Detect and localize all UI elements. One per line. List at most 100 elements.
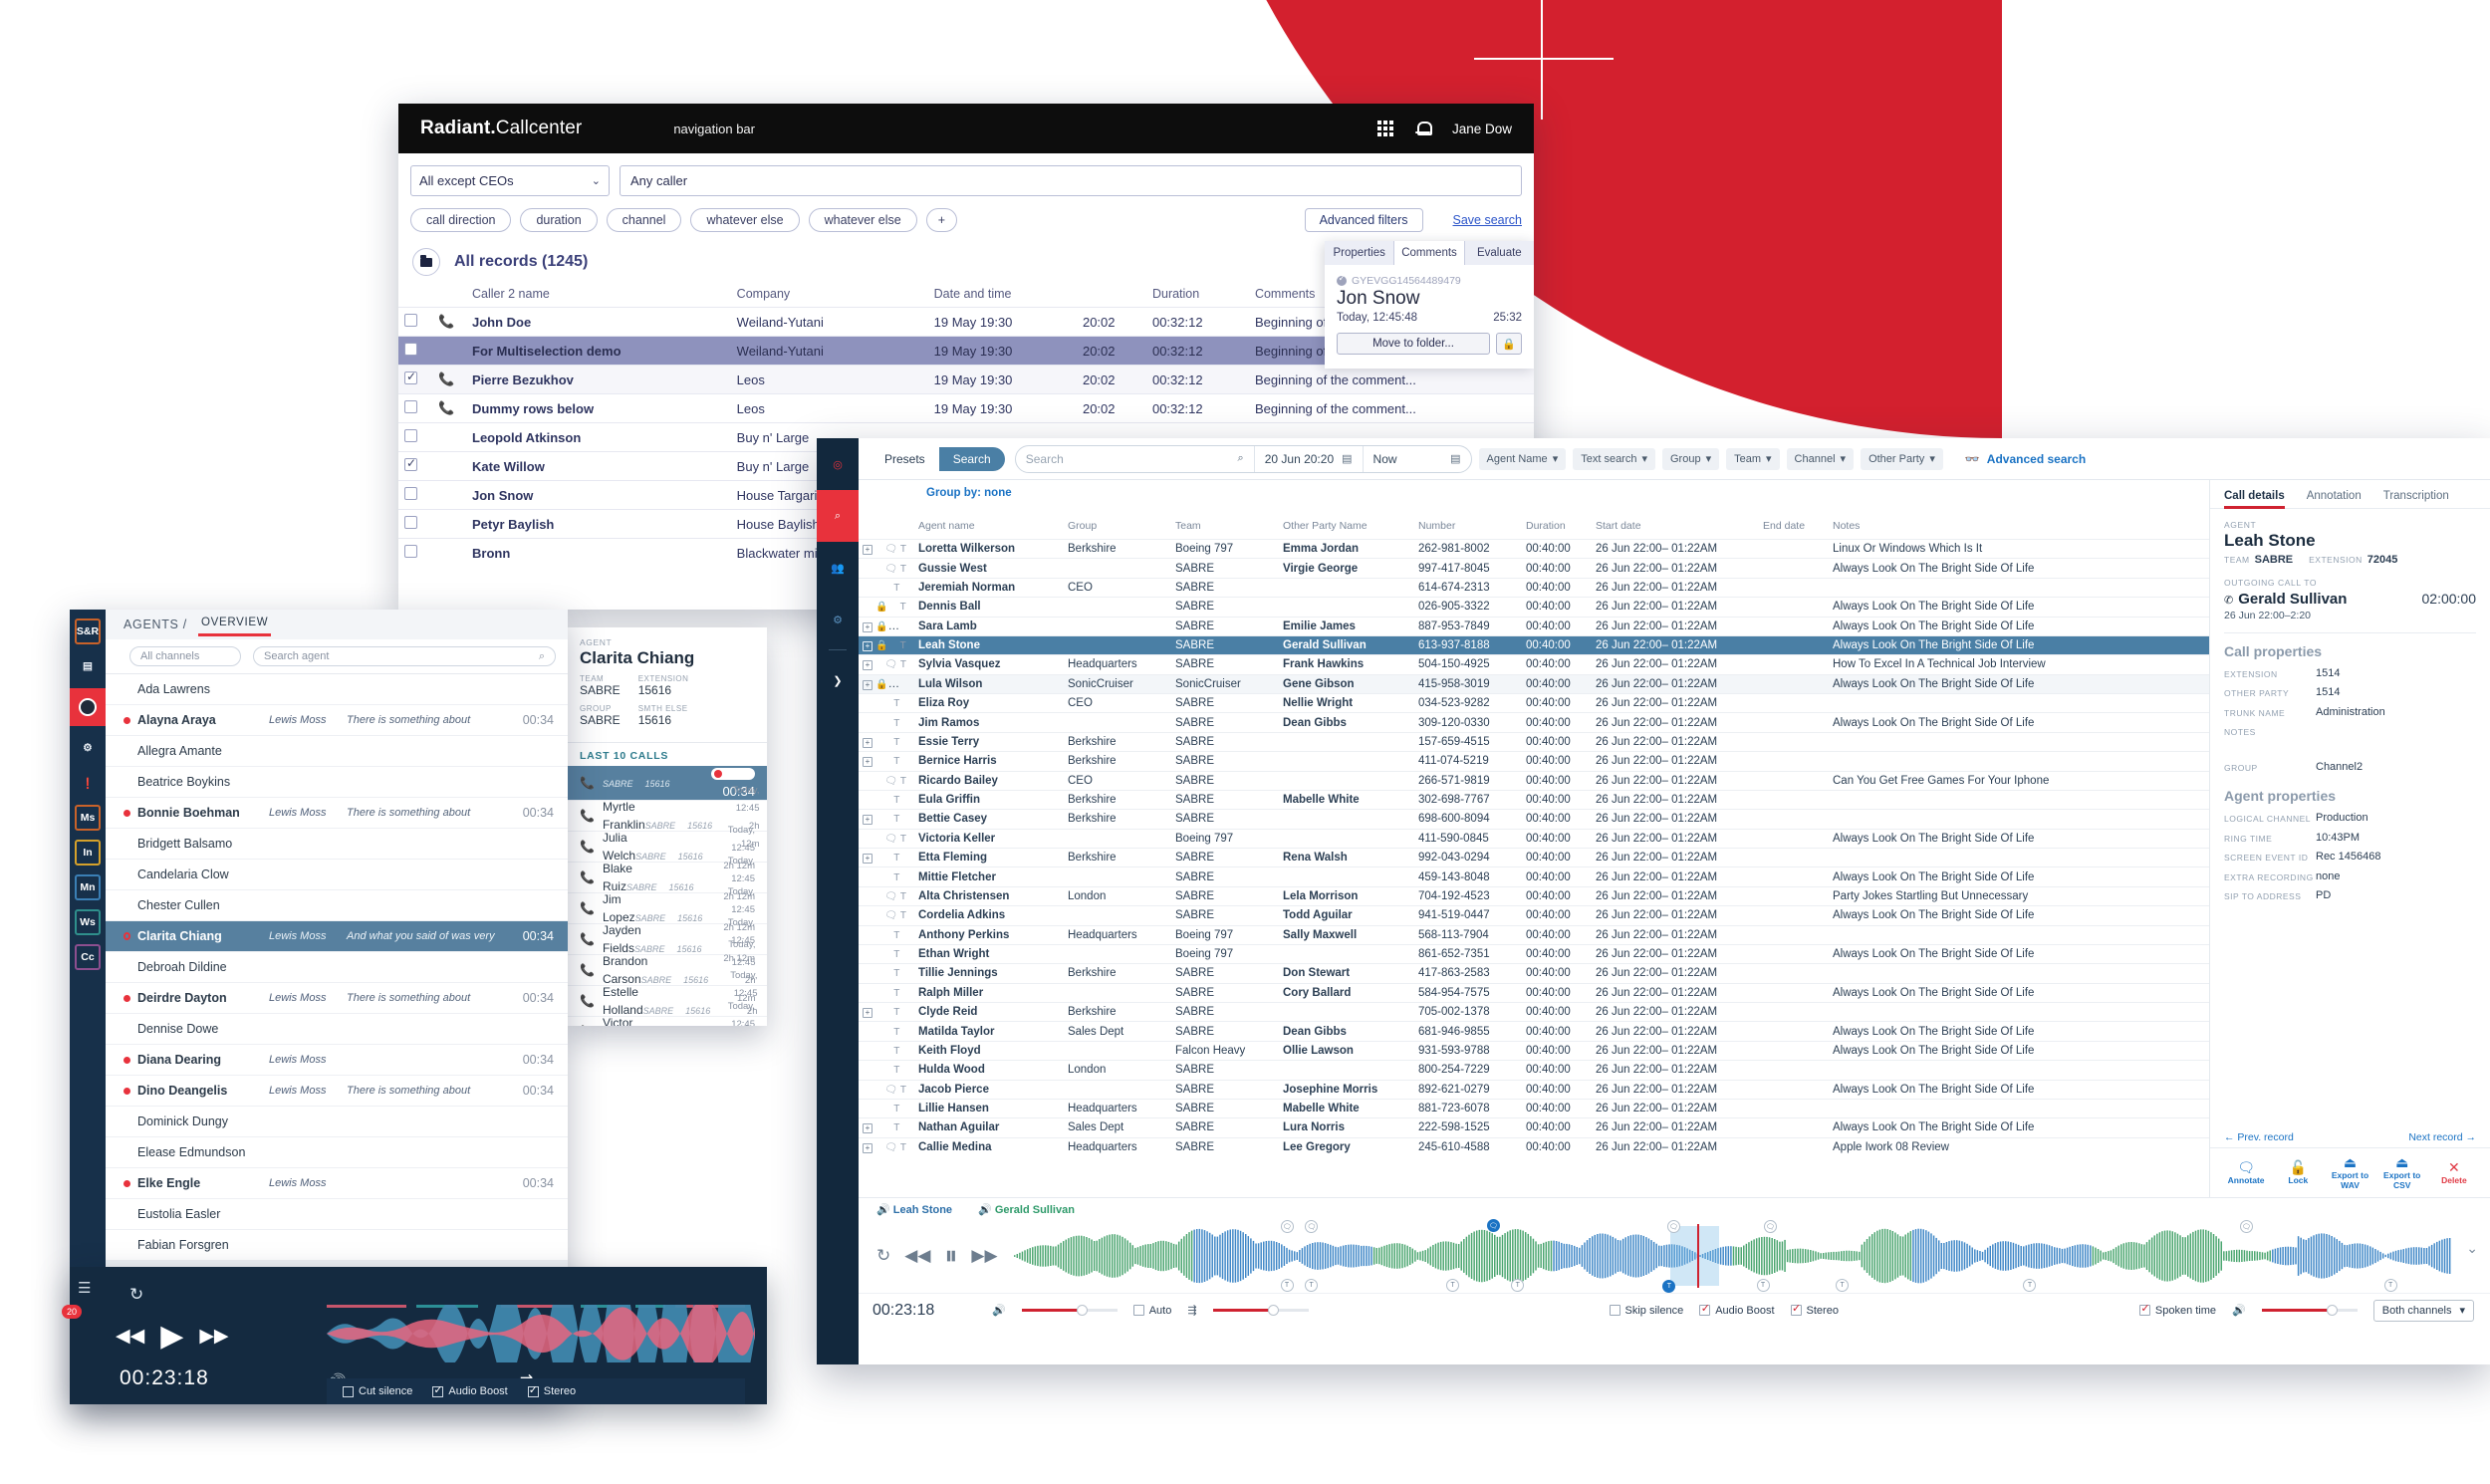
table-row[interactable]: 🗨 T Victoria Keller Boeing 797 411-590-0845 0… [859, 829, 2209, 848]
expand-row-icon[interactable]: + [863, 1123, 872, 1134]
channel-select[interactable]: Both channels ▾ [2372, 1299, 2474, 1322]
table-row[interactable]: T Keith Floyd Falcon Heavy Ollie Lawson 931-… [859, 1041, 2209, 1060]
call-list-item[interactable]: 📞Victor PetersSABRE15616Today, 12:452h 1… [568, 1001, 767, 1026]
rail-item-active-headset[interactable] [70, 688, 106, 726]
table-row[interactable]: T Matilda Taylor Sales Dept SABRE Dean Gibbs… [859, 1021, 2209, 1041]
rail-item-alert-icon[interactable]: ❗ [75, 770, 101, 796]
row-checkbox[interactable] [404, 343, 417, 356]
date-from-field[interactable]: 20 Jun 20:20 ▤ [1255, 445, 1364, 472]
comment-marker[interactable]: 🗨 [1666, 1220, 1680, 1233]
save-search-link[interactable]: Save search [1453, 213, 1522, 227]
dropdown-agent-name[interactable]: Agent Name ▾ [1478, 447, 1567, 470]
expand-row-icon[interactable]: + [863, 1142, 872, 1153]
filter-chip-duration[interactable]: duration [520, 208, 598, 232]
rail-item-in[interactable]: In [75, 840, 101, 866]
list-item[interactable]: Fabian Forsgren [106, 1230, 568, 1261]
table-row[interactable]: + T Nathan Aguilar Sales Dept SABRE Lura Nor… [859, 1117, 2209, 1137]
channel-filter-select[interactable]: All channels [129, 646, 241, 666]
list-item[interactable]: Dominick Dungy [106, 1107, 568, 1137]
row-controls[interactable]: 🗨 T [859, 886, 914, 905]
table-row[interactable]: + 🔒 🗨 T Lula Wilson SonicCruiser SonicCruiser… [859, 674, 2209, 694]
list-item[interactable]: Elease Edmundson [106, 1137, 568, 1168]
play-icon[interactable]: ▶ [160, 1319, 183, 1354]
row-checkbox-cell[interactable] [398, 481, 432, 510]
rail-expand-icon[interactable]: ❯ [817, 654, 859, 706]
list-item[interactable]: Diana Dearing Lewis Moss 00:34 [106, 1045, 568, 1076]
row-checkbox-cell[interactable] [398, 337, 432, 366]
row-checkbox[interactable] [404, 370, 417, 384]
row-checkbox-cell[interactable] [398, 366, 432, 394]
col-duration[interactable]: Duration [1522, 516, 1592, 540]
col-start-date[interactable]: Start date [1592, 516, 1759, 540]
col-date-time[interactable]: Date and time [928, 284, 1077, 308]
replay-icon[interactable]: ↻ [129, 1285, 143, 1305]
filter-chip-call-direction[interactable]: call direction [410, 208, 512, 232]
rail-item-mn[interactable]: Mn [75, 874, 101, 900]
row-controls[interactable]: T [859, 578, 914, 597]
export-csv-button[interactable]: ⏏ Export to CSV [2376, 1154, 2428, 1191]
table-row[interactable]: + T Bettie Casey Berkshire SABRE 698-600-809… [859, 809, 2209, 829]
tag-marker[interactable]: T [1280, 1279, 1294, 1292]
speaker-b[interactable]: 🔊 Gerald Sullivan [978, 1203, 1075, 1216]
list-item[interactable]: Beatrice Boykins [106, 767, 568, 798]
table-row[interactable]: T Tillie Jennings Berkshire SABRE Don Stewar… [859, 963, 2209, 983]
list-item[interactable]: Alayna Araya Lewis Moss There is something… [106, 705, 568, 736]
row-controls[interactable]: T [859, 1041, 914, 1060]
table-row[interactable]: T Ralph Miller SABRE Cory Ballard 584-954-75… [859, 983, 2209, 1002]
row-controls[interactable]: T [859, 713, 914, 732]
row-checkbox-cell[interactable] [398, 394, 432, 423]
row-checkbox-cell[interactable] [398, 452, 432, 481]
main-waveform[interactable]: 🗨 🗨 🗨 🗨 🗨 🗨 T T T T T T T T T [1013, 1219, 2456, 1293]
row-checkbox[interactable] [404, 400, 417, 413]
col-number[interactable]: Number [1414, 516, 1522, 540]
prev-record-link[interactable]: ← Prev. record [2224, 1131, 2294, 1143]
advanced-search-link[interactable]: 👓 Advanced search [1965, 452, 2086, 466]
expand-row-icon[interactable]: + [863, 854, 872, 865]
list-item[interactable]: Bonnie Boehman Lewis Moss There is somethi… [106, 798, 568, 829]
table-row[interactable]: 🔒 T Dennis Ball SABRE 026-905-3322 00:40:00 26… [859, 597, 2209, 617]
table-row[interactable]: + T Etta Fleming Berkshire SABRE Rena Walsh 9… [859, 848, 2209, 867]
table-row[interactable]: + 🗨 T Callie Medina Headquarters SABRE Lee Gr… [859, 1137, 2209, 1156]
row-controls[interactable]: T [859, 964, 914, 983]
noise-slider[interactable] [1212, 1305, 1309, 1316]
row-checkbox[interactable] [404, 456, 417, 471]
rail-item-snr[interactable]: S&R [75, 618, 101, 644]
tab-annotation[interactable]: Annotation [2307, 490, 2362, 508]
dropdown-group[interactable]: Group ▾ [1662, 447, 1720, 470]
col-agent-name[interactable]: Agent name [914, 516, 1064, 540]
table-row[interactable]: + 🗨 T Sylvia Vasquez Headquarters SABRE Frank… [859, 654, 2209, 674]
list-item[interactable]: Ada Lawrens [106, 674, 568, 705]
row-controls[interactable]: 🗨 T [859, 829, 914, 848]
channel-volume-icon[interactable]: 🔊 [2232, 1304, 2246, 1317]
volume-icon[interactable]: 🔊 [992, 1304, 1006, 1317]
row-controls[interactable]: 🔒 T [859, 598, 914, 617]
checkbox-stereo[interactable]: Stereo [1790, 1302, 1839, 1317]
tag-marker[interactable]: T [1446, 1279, 1460, 1292]
col-caller2-name[interactable]: Caller 2 name [466, 284, 731, 308]
table-row[interactable]: + T Essie Terry Berkshire SABRE 157-659-4515… [859, 732, 2209, 751]
table-row[interactable]: + 🔒 T Leah Stone SABRE Gerald Sullivan 613-93… [859, 635, 2209, 655]
dropdown-team[interactable]: Team ▾ [1726, 447, 1780, 470]
row-checkbox-cell[interactable] [398, 510, 432, 539]
add-filter-button[interactable]: + [925, 208, 958, 232]
folder-icon[interactable] [412, 248, 440, 276]
checkbox-audio-boost[interactable]: Audio Boost [432, 1383, 508, 1397]
table-row[interactable]: T Eliza Roy CEO SABRE Nellie Wright 034-523-9… [859, 693, 2209, 713]
table-row[interactable]: T Lillie Hansen Headquarters SABRE Mabelle W… [859, 1099, 2209, 1117]
segment-presets[interactable]: Presets [871, 447, 939, 471]
row-controls[interactable]: 🗨 T [859, 906, 914, 925]
table-row[interactable]: T Ethan Wright Boeing 797 861-652-7351 00:40… [859, 944, 2209, 963]
advanced-filters-button[interactable]: Advanced filters [1304, 208, 1423, 232]
forward-icon[interactable]: ▶▶ [971, 1246, 997, 1266]
forward-icon[interactable]: ▶▶ [199, 1325, 228, 1348]
row-controls[interactable]: + T [859, 752, 914, 771]
list-item[interactable]: Deirdre Dayton Lewis Moss There is somethi… [106, 983, 568, 1014]
agents-breadcrumb[interactable]: AGENTS / [124, 618, 187, 631]
table-row[interactable]: T Hulda Wood London SABRE 800-254-7229 00:40:… [859, 1060, 2209, 1080]
table-row[interactable]: T Eula Griffin Berkshire SABRE Mabelle White… [859, 790, 2209, 809]
row-controls[interactable]: + 🔒 🗨 T [859, 617, 914, 635]
row-controls[interactable]: + 🔒 🗨 T [859, 674, 914, 693]
tab-properties[interactable]: Properties [1325, 241, 1395, 265]
row-controls[interactable]: T [859, 790, 914, 809]
lock-button[interactable]: 🔓 Lock [2272, 1159, 2324, 1186]
